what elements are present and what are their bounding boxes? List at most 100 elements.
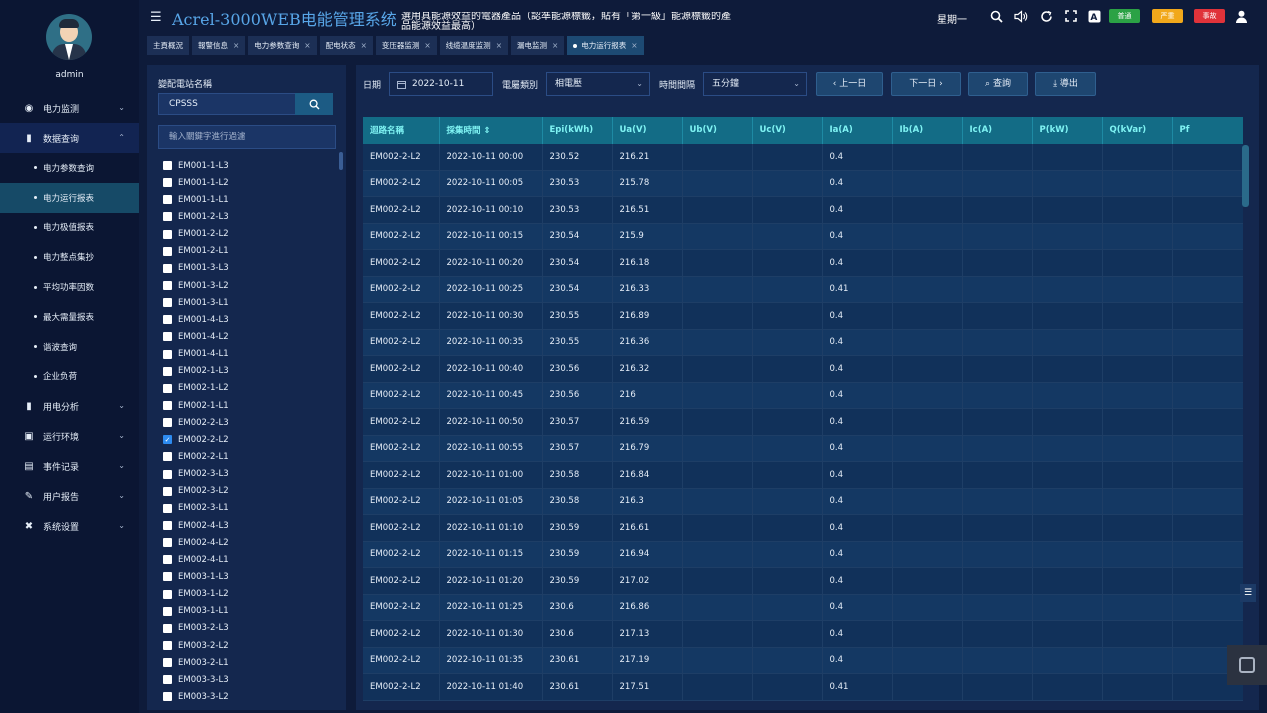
station-checkbox[interactable]: [163, 692, 172, 702]
station-item[interactable]: EM002-2-L1: [163, 448, 335, 465]
station-checkbox[interactable]: [163, 555, 172, 565]
station-item[interactable]: EM001-4-L1: [163, 346, 335, 363]
user-icon[interactable]: [1234, 9, 1248, 23]
station-item[interactable]: EM001-4-L2: [163, 328, 335, 345]
station-item[interactable]: EM001-3-L2: [163, 277, 335, 294]
badge-normal[interactable]: 普通: [1109, 9, 1140, 23]
sidebar-item-data-query[interactable]: ▮ 数据查询 ⌃: [0, 123, 139, 153]
station-checkbox[interactable]: [163, 418, 172, 428]
station-item[interactable]: EM001-3-L1: [163, 294, 335, 311]
station-checkbox[interactable]: [163, 486, 172, 496]
station-item[interactable]: EM001-2-L2: [163, 226, 335, 243]
station-checkbox[interactable]: [163, 521, 172, 531]
station-item[interactable]: EM002-1-L2: [163, 380, 335, 397]
station-item[interactable]: EM001-1-L1: [163, 191, 335, 208]
tab-leakage-monitor[interactable]: 漏电监测 ×: [510, 36, 565, 55]
sidebar-item-power-analysis[interactable]: ▮ 用电分析 ⌄: [0, 391, 139, 421]
subitem-enterprise-load[interactable]: 企业负荷: [0, 362, 139, 392]
tab-power-param-query[interactable]: 电力参数查询 ×: [248, 36, 317, 55]
close-icon[interactable]: ×: [424, 41, 430, 50]
tab-power-run-report[interactable]: 电力运行报表 ×: [567, 36, 644, 55]
station-search-button[interactable]: [295, 93, 333, 115]
station-checkbox[interactable]: [163, 212, 172, 222]
subitem-harmonic-query[interactable]: 谐波查询: [0, 332, 139, 362]
sidebar-item-system-settings[interactable]: ✖ 系统设置 ⌄: [0, 511, 139, 541]
station-item[interactable]: EM003-3-L3: [163, 671, 335, 688]
column-header[interactable]: 採集時間 ⇕: [439, 117, 543, 144]
tab-home-overview[interactable]: 主頁概況: [147, 36, 189, 55]
station-checkbox[interactable]: [163, 298, 172, 308]
station-item[interactable]: EM003-1-L3: [163, 568, 335, 585]
date-picker[interactable]: 2022-10-11: [389, 72, 493, 96]
subitem-max-demand-report[interactable]: 最大需量报表: [0, 302, 139, 332]
query-button[interactable]: ⌕ 查詢: [968, 72, 1028, 96]
station-checkbox[interactable]: [163, 658, 172, 668]
sort-icon[interactable]: ⇕: [481, 126, 490, 136]
prev-day-button[interactable]: ‹ 上一日: [816, 72, 883, 96]
station-checkbox[interactable]: [163, 401, 172, 411]
badge-accident[interactable]: 事故: [1194, 9, 1225, 23]
station-item[interactable]: EM001-2-L3: [163, 208, 335, 225]
station-item[interactable]: EM002-1-L1: [163, 397, 335, 414]
station-checkbox[interactable]: [163, 452, 172, 462]
station-checkbox[interactable]: [163, 195, 172, 205]
chat-widget-button[interactable]: [1227, 645, 1267, 685]
close-icon[interactable]: ×: [496, 41, 502, 50]
table-scrollbar[interactable]: [1242, 145, 1249, 207]
station-checkbox[interactable]: [163, 366, 172, 376]
station-item[interactable]: EM003-1-L2: [163, 586, 335, 603]
type-select[interactable]: 相電壓 ⌄: [546, 72, 650, 96]
station-item[interactable]: EM003-1-L1: [163, 603, 335, 620]
station-item[interactable]: EM002-4-L2: [163, 534, 335, 551]
close-icon[interactable]: ×: [304, 41, 310, 50]
station-item[interactable]: EM002-4-L3: [163, 517, 335, 534]
station-item[interactable]: EM002-2-L3: [163, 414, 335, 431]
station-checkbox[interactable]: [163, 572, 172, 582]
station-checkbox[interactable]: [163, 349, 172, 359]
station-item[interactable]: EM001-1-L3: [163, 157, 335, 174]
station-checkbox[interactable]: [163, 538, 172, 548]
station-checkbox[interactable]: [163, 503, 172, 513]
tab-cable-temp-monitor[interactable]: 线缆温度监测 ×: [439, 36, 508, 55]
station-checkbox[interactable]: [163, 281, 172, 291]
station-item[interactable]: EM002-3-L3: [163, 466, 335, 483]
station-item[interactable]: EM002-3-L1: [163, 500, 335, 517]
station-checkbox[interactable]: [163, 623, 172, 633]
avatar[interactable]: [46, 14, 92, 60]
subitem-power-hourly-reading[interactable]: 电力整点集抄: [0, 242, 139, 272]
badge-serious[interactable]: 严重: [1152, 9, 1183, 23]
station-checkbox[interactable]: [163, 469, 172, 479]
close-icon[interactable]: ×: [233, 41, 239, 50]
station-checkbox[interactable]: ✓: [163, 435, 172, 445]
station-checkbox[interactable]: [163, 606, 172, 616]
station-item[interactable]: EM003-3-L2: [163, 688, 335, 705]
subitem-power-extreme-report[interactable]: 电力极值报表: [0, 213, 139, 243]
station-checkbox[interactable]: [163, 246, 172, 256]
subitem-power-param-query[interactable]: 电力参数查询: [0, 153, 139, 183]
station-item[interactable]: ✓ EM002-2-L2: [163, 431, 335, 448]
station-item[interactable]: EM003-2-L1: [163, 654, 335, 671]
sidebar-item-run-environment[interactable]: ▣ 运行环境 ⌄: [0, 421, 139, 451]
close-icon[interactable]: ×: [631, 41, 637, 50]
close-icon[interactable]: ×: [552, 41, 558, 50]
station-checkbox[interactable]: [163, 383, 172, 393]
sidebar-item-power-monitoring[interactable]: ◉ 电力监测 ⌄: [0, 93, 139, 123]
speaker-icon[interactable]: [1014, 9, 1028, 23]
fullscreen-icon[interactable]: [1064, 9, 1078, 23]
sidebar-item-event-log[interactable]: ▤ 事件记录 ⌄: [0, 451, 139, 481]
station-checkbox[interactable]: [163, 161, 172, 171]
station-checkbox[interactable]: [163, 178, 172, 188]
station-checkbox[interactable]: [163, 229, 172, 239]
station-item[interactable]: EM002-4-L1: [163, 551, 335, 568]
station-checkbox[interactable]: [163, 589, 172, 599]
interval-select[interactable]: 五分鐘 ⌄: [703, 72, 807, 96]
station-filter-input[interactable]: 輸入關鍵字進行過濾: [158, 125, 336, 149]
export-button[interactable]: ⤓ 導出: [1035, 72, 1096, 96]
menu-toggle-icon[interactable]: ☰: [150, 10, 162, 25]
next-day-button[interactable]: 下一日 ›: [891, 72, 961, 96]
station-checkbox[interactable]: [163, 263, 172, 273]
station-search-input[interactable]: CPSSS: [158, 93, 296, 115]
station-list-scrollbar[interactable]: [339, 152, 343, 170]
station-item[interactable]: EM003-2-L3: [163, 620, 335, 637]
font-size-icon[interactable]: A: [1087, 9, 1101, 23]
